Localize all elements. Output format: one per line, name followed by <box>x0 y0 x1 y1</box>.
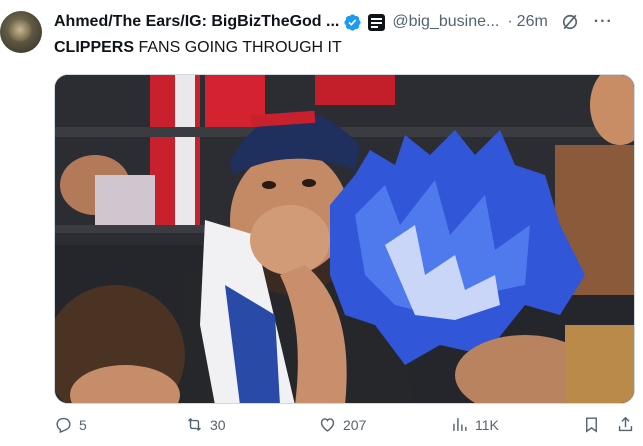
reply-icon <box>56 417 71 434</box>
share-icon <box>618 416 633 432</box>
views-action[interactable]: 11K <box>450 415 499 434</box>
heart-icon <box>320 418 335 432</box>
author-display-name[interactable]: Ahmed/The Ears/IG: BigBizTheGod ... <box>54 13 339 31</box>
affiliate-badge-icon[interactable] <box>368 13 386 31</box>
reply-action[interactable]: 5 <box>54 415 87 434</box>
bookmark-icon <box>586 417 597 433</box>
tweet-actions-bar: 5 30 207 11K <box>54 415 635 437</box>
views-count: 11K <box>475 416 499 433</box>
grok-icon[interactable] <box>560 12 580 32</box>
tweet-card[interactable]: Ahmed/The Ears/IG: BigBizTheGod ... @big… <box>0 0 643 446</box>
tweet-media-photo[interactable] <box>54 74 635 404</box>
tweet-text-bold: CLIPPERS <box>54 39 135 56</box>
author-handle[interactable]: @big_busine... <box>392 13 499 31</box>
tweet-header: Ahmed/The Ears/IG: BigBizTheGod ... @big… <box>54 12 613 32</box>
like-action[interactable]: 207 <box>318 415 366 434</box>
repost-count: 30 <box>210 416 226 433</box>
share-action[interactable] <box>616 415 641 434</box>
reply-count: 5 <box>79 416 87 433</box>
tweet-text-rest: FANS GOING THROUGH IT <box>134 39 342 56</box>
like-count: 207 <box>343 416 367 433</box>
repost-action[interactable]: 30 <box>185 415 226 434</box>
repost-icon <box>188 417 201 432</box>
more-options-icon[interactable]: ··· <box>594 13 613 31</box>
bookmark-action[interactable] <box>582 415 607 434</box>
tweet-timestamp[interactable]: 26m <box>517 13 548 31</box>
author-avatar[interactable] <box>0 11 42 53</box>
views-icon <box>453 418 467 431</box>
separator-dot: · <box>507 13 513 30</box>
verified-badge-icon[interactable] <box>343 13 362 32</box>
tweet-text: CLIPPERS FANS GOING THROUGH IT <box>54 38 342 58</box>
photo-of-clippers-fans-icon <box>55 75 634 403</box>
